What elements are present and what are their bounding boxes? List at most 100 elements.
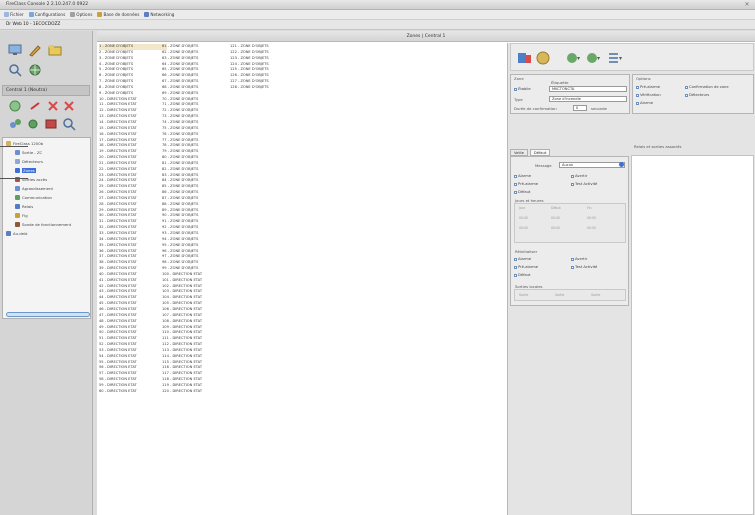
alarm-checkbox[interactable]: Alarme [636, 101, 653, 105]
reset-prealarm-check[interactable]: Pré-alarme [514, 265, 538, 269]
document-tab[interactable]: Dr Web 10 - 1ECOCDOZZ [6, 22, 60, 27]
detectors-checkbox[interactable]: Détecteurs [685, 93, 709, 97]
search-icon[interactable] [8, 63, 22, 77]
list-dropdown-icon[interactable] [607, 50, 623, 66]
fault-check[interactable]: Défaut [514, 190, 530, 194]
options-icon [70, 12, 76, 17]
tree-horizontal-scrollbar[interactable] [6, 312, 90, 317]
zone-tool-icon[interactable] [517, 50, 533, 66]
config-icon [28, 12, 34, 17]
tree-item-detectors[interactable]: Détecteurs [15, 159, 43, 164]
central-title: Central 1 (Neutra) [2, 85, 90, 96]
prealarm-check[interactable]: Pré-alarme [514, 182, 538, 186]
relay-icon [15, 204, 20, 209]
delay-label: Durée de confirmation [514, 106, 557, 111]
delete-icon[interactable] [46, 99, 60, 113]
grid-col-end: Fin [587, 206, 592, 210]
menu-database[interactable]: Base de données [97, 12, 139, 17]
grid-col-day: Jour [519, 206, 526, 210]
pen-icon[interactable] [28, 43, 42, 57]
tools-icon[interactable] [8, 117, 22, 131]
output-cell: Sortie [519, 293, 529, 297]
warn-check[interactable]: Avertir [571, 174, 587, 178]
tree-item-probe[interactable]: Sonde de fonctionnement [15, 222, 71, 227]
tree-item-flag[interactable]: Flg [15, 213, 28, 218]
reset-group-label: Réinitialiser [515, 249, 538, 254]
database-icon [97, 12, 103, 17]
tab-standby[interactable]: Veille [510, 149, 528, 156]
properties-panel: Zone Étiquette Établie MKCTONCTA Type Zo… [507, 43, 755, 515]
menu-bar: Fichier Configurations Options Base de d… [0, 10, 755, 20]
grid-cell: 00:00 [587, 226, 597, 230]
zone-row[interactable]: 60 - DIRECTION ETAT [99, 389, 167, 395]
local-outputs-grid[interactable]: Sortie Sortie Sortie [514, 289, 626, 301]
device-icon[interactable] [44, 117, 58, 131]
message-label: Message [535, 163, 552, 168]
remove-dropdown-icon[interactable] [585, 50, 601, 66]
main-panel: Zones | Central 1 1 - ZONE D'OBJETS 2 - Z… [97, 31, 755, 515]
add-dropdown-icon[interactable] [565, 50, 581, 66]
flag-icon [15, 213, 20, 218]
detector-icon [15, 159, 20, 164]
tree-item-outputs[interactable]: Sortie - ZC [15, 150, 42, 155]
grid-cell: 00:00 [519, 216, 529, 220]
enabled-checkbox[interactable]: Établie [514, 87, 531, 91]
folder-icon[interactable] [48, 43, 62, 57]
menu-configurations[interactable]: Configurations [28, 12, 65, 17]
tree-item-zones[interactable]: Zones [15, 168, 36, 173]
test-activity-check[interactable]: Test Activité [571, 182, 597, 186]
zone-icon [15, 168, 20, 173]
menu-file[interactable]: Fichier [4, 12, 24, 17]
alarm-check[interactable]: Alarme [514, 174, 531, 178]
network-icon [144, 12, 150, 17]
zone-group: Zone Étiquette Établie MKCTONCTA Type Zo… [510, 74, 630, 114]
arrow-icon[interactable] [28, 99, 42, 113]
reset-alarm-check[interactable]: Alarme [514, 257, 531, 261]
grid-cell: 00:00 [587, 216, 597, 220]
menu-networking[interactable]: Networking [144, 12, 174, 17]
schedule-grid[interactable]: Jour Début Fin 00:00 00:00 00:00 00:00 0… [514, 203, 626, 243]
close-icon[interactable]: ✕ [743, 1, 751, 8]
reset-warn-check[interactable]: Avertir [571, 257, 587, 261]
prealarm-checkbox[interactable]: Pré-alarme [636, 85, 660, 89]
tab-content: Message Aucun Alarme Avertir Pré-alarme … [510, 156, 629, 306]
zone-row[interactable]: 120 - DIRECTION ETAT [162, 389, 230, 395]
label-field[interactable]: MKCTONCTA [549, 86, 627, 92]
delete-all-icon[interactable] [62, 99, 76, 113]
left-panel: Central 1 (Neutra) FireClass 1200b Sorti… [0, 31, 93, 515]
label-caption: Étiquette [551, 80, 569, 85]
title-bar: FireClass Console 2 2.10.247.0 0922 ✕ [0, 0, 755, 10]
pointer-line [0, 146, 28, 147]
reset-test-check[interactable]: Test Activité [571, 265, 597, 269]
find-icon[interactable] [62, 117, 76, 131]
tree-item-beyond[interactable]: Au-delà [6, 231, 28, 236]
tree-item-relays[interactable]: Relais [15, 204, 33, 209]
associated-outputs-panel [631, 155, 754, 515]
tab-fault[interactable]: Défaut [529, 149, 551, 156]
zone-column-3: 121 - ZONE D'OBJETS 122 - ZONE D'OBJETS 12… [230, 44, 298, 91]
monitor-icon[interactable] [8, 43, 22, 57]
type-label: Type [514, 97, 523, 102]
edit-tool-icon[interactable] [535, 50, 551, 66]
zone-confirmation-checkbox[interactable]: Confirmation de zone [685, 85, 729, 89]
network-globe-icon[interactable] [28, 63, 42, 77]
settings-icon[interactable] [26, 117, 40, 131]
expansion-icon [15, 186, 20, 191]
tree-item-expansion[interactable]: Agrandissement [15, 186, 53, 191]
verification-checkbox[interactable]: Vérification [636, 93, 661, 97]
options-group-label: Options [636, 76, 651, 81]
main-title: Zones | Central 1 [97, 31, 755, 42]
dropdown-arrow-icon[interactable] [619, 162, 624, 167]
associated-outputs-link[interactable]: Relais et sorties associés [634, 144, 681, 149]
refresh-icon[interactable] [8, 99, 22, 113]
output-icon [15, 150, 20, 155]
menu-options[interactable]: Options [70, 12, 92, 17]
tree-item-communication[interactable]: Communication [15, 195, 52, 200]
zone-row[interactable]: 128 - ZONE D'OBJETS [230, 85, 298, 91]
zone-list: 1 - ZONE D'OBJETS 2 - ZONE D'OBJETS 3 - ZO… [98, 44, 506, 514]
type-field[interactable]: Zone d'incendie [549, 96, 627, 102]
probe-icon [15, 222, 20, 227]
message-select[interactable]: Aucun [559, 162, 625, 168]
delay-field[interactable]: 0 [573, 105, 587, 111]
reset-fault-check[interactable]: Défaut [514, 273, 530, 277]
